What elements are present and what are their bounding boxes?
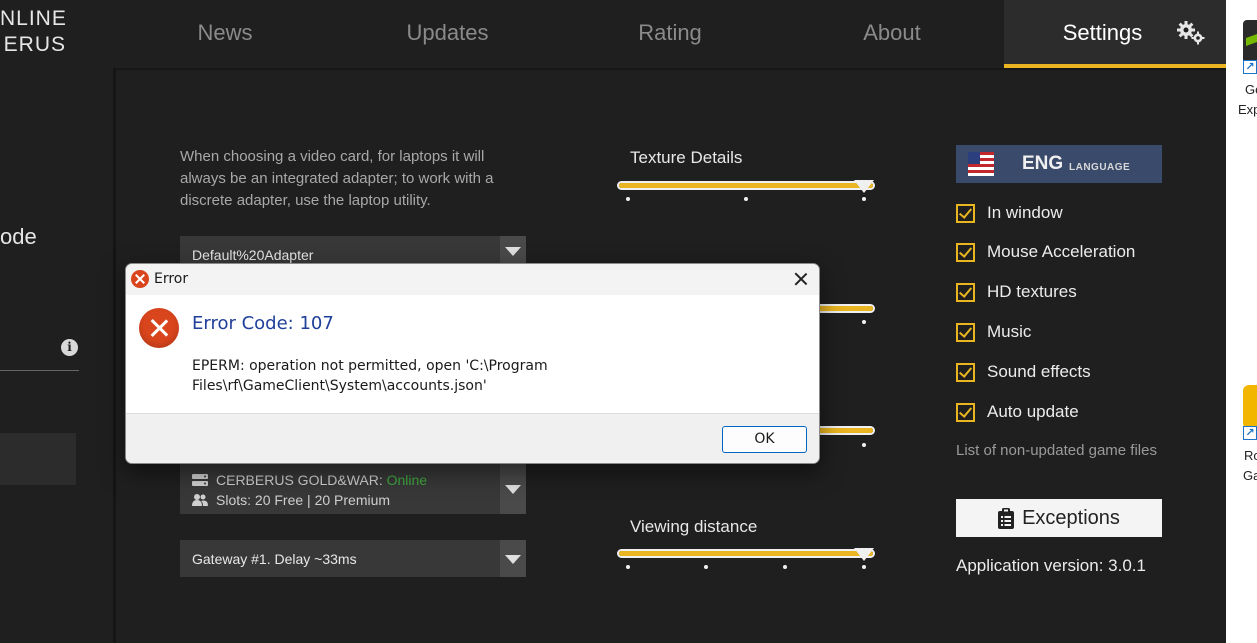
error-dialog: Error Error Code: 107 EPERM: operation n…	[125, 263, 820, 464]
gears-icon[interactable]	[1176, 20, 1206, 46]
left-panel-divider	[113, 68, 116, 643]
shortcut-arrow-icon: ↗	[1243, 426, 1257, 440]
desktop-icon-label[interactable]: Ge	[1245, 80, 1257, 99]
left-panel-input-underline	[0, 370, 79, 371]
slider-tick	[704, 565, 708, 569]
game-launcher-window: NLINE ERUS News Updates Rating About Set…	[0, 0, 1226, 643]
language-code: ENG	[1022, 153, 1064, 174]
slider-thumb[interactable]	[854, 180, 874, 193]
viewing-distance-label: Viewing distance	[630, 517, 758, 536]
language-label: LANGUAGE	[1069, 162, 1131, 173]
tab-updates[interactable]: Updates	[335, 0, 560, 68]
gateway-value: Gateway #1. Delay ~33ms	[192, 551, 357, 567]
us-flag-icon	[968, 152, 994, 176]
checkbox-hd-textures[interactable]: HD textures	[956, 281, 1077, 303]
video-adapter-value: Default%20Adapter	[192, 247, 314, 263]
chevron-down-icon[interactable]	[500, 236, 526, 266]
tab-rating[interactable]: Rating	[560, 0, 780, 68]
left-panel-label: ode	[0, 224, 37, 249]
exceptions-label: Exceptions	[1022, 506, 1120, 529]
checkbox-music[interactable]: Music	[956, 321, 1031, 343]
non-updated-files-label: List of non-updated game files	[956, 442, 1157, 459]
roblox-game-icon[interactable]	[1243, 385, 1257, 429]
checkbox-checked-icon[interactable]	[956, 322, 975, 342]
texture-details-label: Texture Details	[630, 148, 743, 167]
checkbox-in-window[interactable]: In window	[956, 202, 1063, 224]
server-slots-row: Slots: 20 Free | 20 Premium	[192, 490, 526, 510]
checkbox-checked-icon[interactable]	[956, 362, 975, 382]
tab-about[interactable]: About	[780, 0, 1004, 68]
language-button[interactable]: ENG LANGUAGE	[956, 145, 1162, 183]
checkbox-label: HD textures	[987, 282, 1077, 301]
checkbox-auto-update[interactable]: Auto update	[956, 401, 1079, 423]
checkbox-label: Sound effects	[987, 362, 1091, 381]
logo-line-2: ERUS	[3, 33, 66, 56]
chevron-down-icon[interactable]	[500, 464, 526, 514]
logo-line-1: NLINE	[0, 7, 67, 30]
top-navigation: News Updates Rating About Settings	[115, 0, 1226, 68]
app-logo: NLINE ERUS	[0, 6, 80, 58]
users-icon	[192, 494, 208, 506]
slider-tick	[862, 443, 866, 447]
dialog-footer: OK	[126, 413, 819, 463]
slider-tick	[783, 565, 787, 569]
checkbox-checked-icon[interactable]	[956, 203, 975, 223]
slider-thumb[interactable]	[854, 548, 874, 561]
slider-tick	[862, 565, 866, 569]
checkbox-sound-effects[interactable]: Sound effects	[956, 361, 1091, 383]
application-version: Application version: 3.0.1	[956, 556, 1146, 575]
video-card-hint: When choosing a video card, for laptops …	[180, 148, 494, 209]
checkbox-checked-icon[interactable]	[956, 402, 975, 422]
error-icon	[139, 308, 179, 348]
slider-tick	[626, 565, 630, 569]
server-select[interactable]: CERBERUS GOLD&WAR: Online Slots: 20 Free…	[180, 464, 526, 514]
slider-tick	[744, 197, 748, 201]
server-name: CERBERUS GOLD&WAR:	[216, 472, 383, 488]
checkbox-label: In window	[987, 203, 1063, 222]
slider-tick	[862, 320, 866, 324]
desktop-icon-label[interactable]: Ro	[1244, 446, 1257, 465]
slider-tick	[862, 197, 866, 201]
dialog-titlebar[interactable]: Error	[126, 264, 819, 295]
server-name-row: CERBERUS GOLD&WAR: Online	[192, 470, 526, 490]
error-heading: Error Code: 107	[192, 313, 334, 334]
server-slots: Slots: 20 Free | 20 Premium	[216, 492, 391, 508]
ok-button[interactable]: OK	[722, 426, 807, 453]
server-icon	[192, 474, 208, 486]
checkbox-label: Mouse Acceleration	[987, 242, 1136, 261]
texture-details-slider[interactable]	[617, 181, 875, 190]
close-icon[interactable]	[790, 268, 812, 290]
header-divider	[116, 68, 1226, 70]
checkbox-label: Auto update	[987, 402, 1079, 421]
desktop-icon-label[interactable]: Ga	[1243, 466, 1257, 485]
gateway-select[interactable]: Gateway #1. Delay ~33ms	[180, 540, 526, 577]
server-status: Online	[386, 472, 428, 488]
tab-news[interactable]: News	[115, 0, 335, 68]
chevron-down-icon[interactable]	[500, 540, 526, 577]
desktop-icon-label[interactable]: Exp	[1238, 100, 1257, 119]
viewing-distance-slider[interactable]	[617, 549, 875, 558]
dialog-title: Error	[154, 271, 189, 287]
checkbox-mouse-acceleration[interactable]: Mouse Acceleration	[956, 241, 1135, 263]
checkbox-checked-icon[interactable]	[956, 282, 975, 302]
exceptions-button[interactable]: Exceptions	[956, 499, 1162, 537]
error-message: EPERM: operation not permitted, open 'C:…	[192, 358, 548, 394]
left-panel-button[interactable]	[0, 433, 76, 485]
error-small-icon	[131, 270, 149, 288]
shortcut-arrow-icon: ↗	[1243, 60, 1257, 74]
video-adapter-select[interactable]: Default%20Adapter	[180, 236, 526, 266]
slider-tick	[626, 197, 630, 201]
slider-fill	[619, 183, 873, 188]
checkbox-label: Music	[987, 322, 1032, 341]
slider-fill	[619, 551, 873, 556]
clipboard-icon	[998, 507, 1015, 529]
checkbox-checked-icon[interactable]	[956, 242, 975, 262]
info-icon[interactable]: i	[61, 339, 78, 356]
